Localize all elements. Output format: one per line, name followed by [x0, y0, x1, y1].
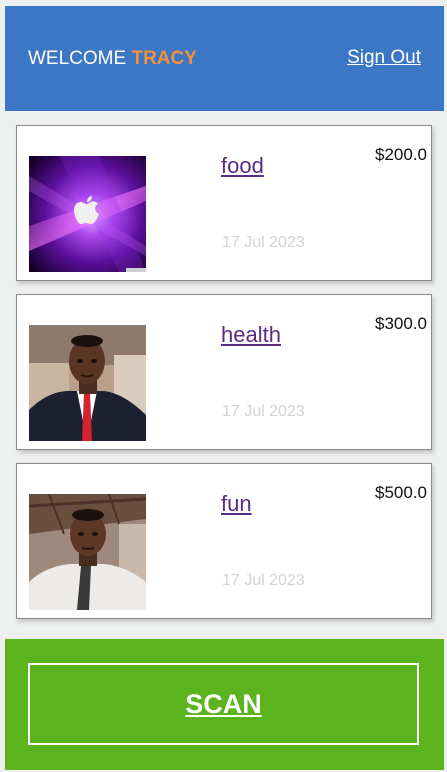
app-header: WELCOME TRACY Sign Out — [5, 6, 444, 111]
sign-out-link[interactable]: Sign Out — [347, 47, 421, 69]
date-label: 17 Jul 2023 — [222, 403, 305, 420]
transaction-image — [29, 325, 146, 441]
transaction-card: fun $500.0 17 Jul 2023 — [16, 463, 432, 619]
amount-label: $200.0 — [375, 145, 427, 164]
transaction-card: food $200.0 17 Jul 2023 — [16, 125, 432, 281]
amount-label: $300.0 — [375, 314, 427, 333]
scan-button[interactable]: SCAN — [28, 663, 419, 745]
transaction-card: health $300.0 17 Jul 2023 — [16, 294, 432, 450]
amount-label: $500.0 — [375, 483, 427, 502]
app-footer: SCAN — [5, 639, 444, 770]
category-link[interactable]: fun — [221, 491, 252, 517]
welcome-message: WELCOME TRACY — [28, 48, 197, 70]
transaction-image — [29, 494, 146, 610]
user-name: TRACY — [131, 48, 197, 69]
welcome-label: WELCOME — [28, 48, 127, 69]
date-label: 17 Jul 2023 — [222, 572, 305, 589]
category-link[interactable]: health — [221, 322, 281, 348]
category-link[interactable]: food — [221, 153, 264, 179]
transaction-image — [29, 156, 146, 272]
date-label: 17 Jul 2023 — [222, 234, 305, 251]
